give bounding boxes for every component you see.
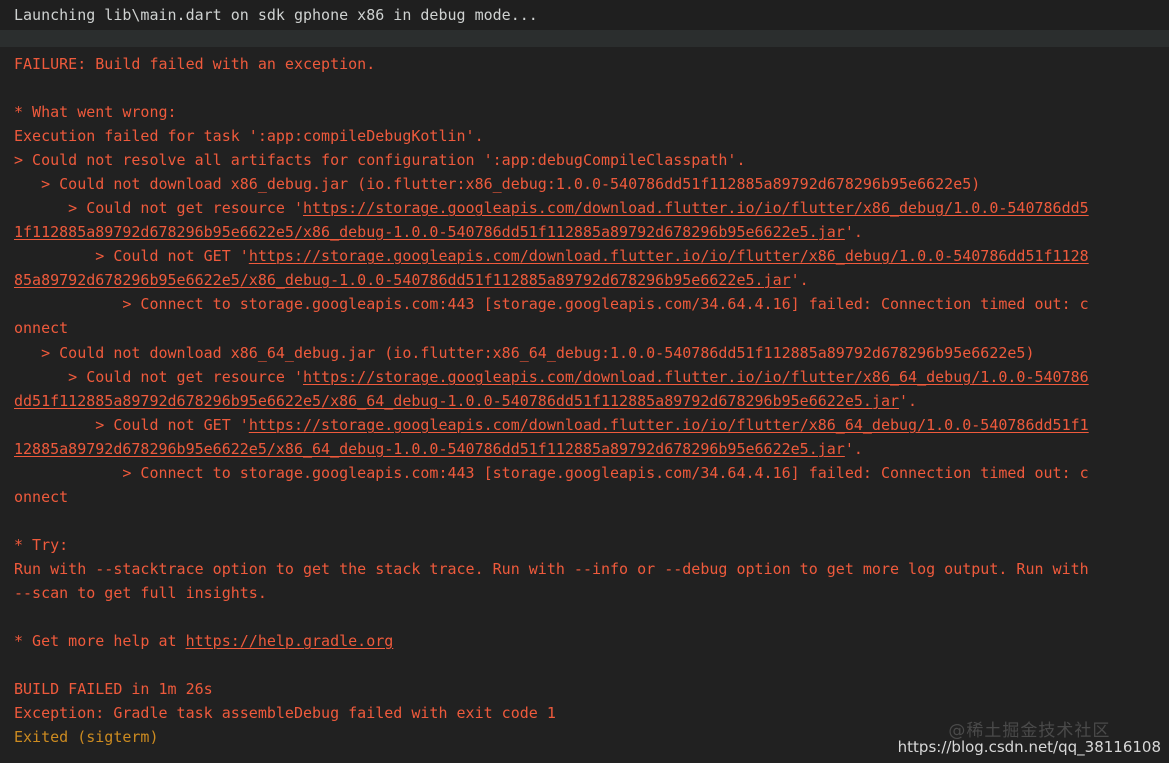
try-hint-line: Run with --stacktrace option to get the … <box>14 560 1089 578</box>
launch-status-line: Launching lib\main.dart on sdk gphone x8… <box>14 3 538 27</box>
resource-url-x86-link-cont[interactable]: 1f112885a89792d678296b95e6622e5/x86_debu… <box>14 223 845 241</box>
could-not-get-x8664-wrap: 12885a89792d678296b95e6622e5/x86_64_debu… <box>14 437 863 461</box>
resource-suffix-text: '. <box>844 223 863 241</box>
failure-summary-line: FAILURE: Build failed with an exception. <box>14 55 376 73</box>
could-not-get-resource-x86-line: > Could not get resource 'https://storag… <box>14 196 1089 220</box>
try-heading: * Try: <box>14 536 69 554</box>
resource64-suffix-text: '. <box>899 392 918 410</box>
terminal-separator-band <box>0 30 1169 47</box>
could-not-get-resource-x8664-wrap: dd51f112885a89792d678296b95e6622e5/x86_6… <box>14 389 917 413</box>
connect-timeout-x86-wrap: onnect <box>14 319 69 337</box>
try-hint-wrap: --scan to get full insights. <box>14 584 267 602</box>
could-not-download-x86-line: > Could not download x86_debug.jar (io.f… <box>14 175 981 193</box>
could-not-resolve-artifacts-line: > Could not resolve all artifacts for co… <box>14 151 746 169</box>
help-prefix-text: * Get more help at <box>14 632 186 650</box>
exception-exit-code-line: Exception: Gradle task assembleDebug fai… <box>14 704 556 722</box>
resource64-prefix-text: > Could not get resource ' <box>14 368 303 386</box>
resource-url-x8664-link-cont[interactable]: dd51f112885a89792d678296b95e6622e5/x86_6… <box>14 392 899 410</box>
get-url-x86-link[interactable]: https://storage.googleapis.com/download.… <box>249 247 1089 265</box>
get-prefix-text: > Could not GET ' <box>14 247 249 265</box>
could-not-get-x86-wrap: 85a89792d678296b95e6622e5/x86_debug-1.0.… <box>14 268 809 292</box>
resource-url-x86-link[interactable]: https://storage.googleapis.com/download.… <box>303 199 1089 217</box>
get-more-help-line: * Get more help at https://help.gradle.o… <box>14 629 393 653</box>
connect-timeout-x8664-wrap: onnect <box>14 488 69 506</box>
could-not-get-x8664-line: > Could not GET 'https://storage.googlea… <box>14 413 1089 437</box>
could-not-get-x86-line: > Could not GET 'https://storage.googlea… <box>14 244 1089 268</box>
launch-status-text: Launching lib\main.dart on sdk gphone x8… <box>14 6 538 24</box>
connect-timeout-x8664-line: > Connect to storage.googleapis.com:443 … <box>14 464 1089 482</box>
terminal-console: Launching lib\main.dart on sdk gphone x8… <box>0 0 1169 763</box>
could-not-download-x8664-line: > Could not download x86_64_debug.jar (i… <box>14 344 1035 362</box>
get-url-x8664-link-cont[interactable]: 12885a89792d678296b95e6622e5/x86_64_debu… <box>14 440 845 458</box>
get-url-x8664-link[interactable]: https://storage.googleapis.com/download.… <box>249 416 1089 434</box>
get64-suffix-text: '. <box>844 440 863 458</box>
execution-failed-line: Execution failed for task ':app:compileD… <box>14 127 484 145</box>
get-url-x86-link-cont[interactable]: 85a89792d678296b95e6622e5/x86_debug-1.0.… <box>14 271 791 289</box>
could-not-get-resource-x86-wrap: 1f112885a89792d678296b95e6622e5/x86_debu… <box>14 220 863 244</box>
could-not-get-resource-x8664-line: > Could not get resource 'https://storag… <box>14 365 1089 389</box>
connect-timeout-x86-line: > Connect to storage.googleapis.com:443 … <box>14 295 1089 313</box>
build-failed-line: BUILD FAILED in 1m 26s <box>14 680 213 698</box>
exited-sigterm-line: Exited (sigterm) <box>14 728 159 746</box>
get-suffix-text: '. <box>790 271 809 289</box>
get64-prefix-text: > Could not GET ' <box>14 416 249 434</box>
resource-prefix-text: > Could not get resource ' <box>14 199 303 217</box>
what-went-wrong-heading: * What went wrong: <box>14 103 177 121</box>
resource-url-x8664-link[interactable]: https://storage.googleapis.com/download.… <box>303 368 1089 386</box>
gradle-help-link[interactable]: https://help.gradle.org <box>186 632 394 650</box>
